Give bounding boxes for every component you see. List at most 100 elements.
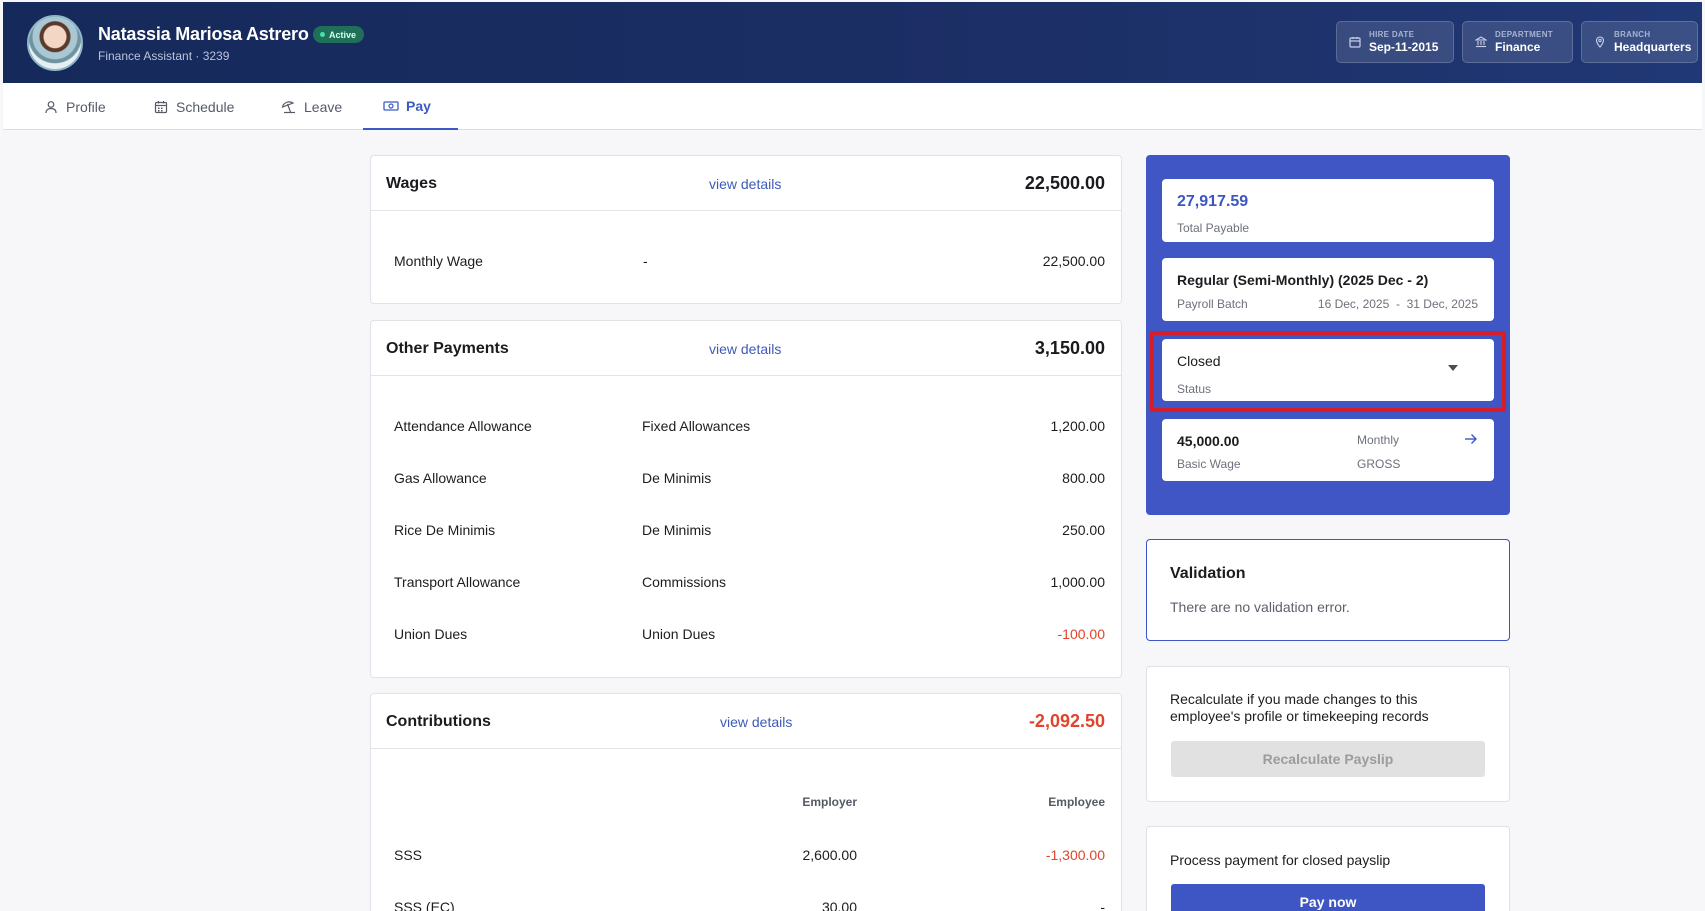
validation-message: There are no validation error. — [1170, 599, 1350, 615]
employee-amount: - — [1100, 899, 1105, 911]
tab-pay[interactable]: Pay — [363, 83, 458, 130]
other-payments-card: Other Payments view details 3,150.00 Att… — [370, 320, 1122, 678]
payment-name: Transport Allowance — [394, 574, 521, 590]
cash-icon — [383, 98, 399, 114]
contributions-card-header: Contributions view details -2,092.50 — [371, 694, 1121, 749]
beach-umbrella-icon — [281, 99, 297, 115]
employee-subtitle: Finance Assistant · 3239 — [98, 49, 230, 63]
tab-leave-label: Leave — [304, 98, 343, 115]
payment-text: Process payment for closed payslip — [1170, 852, 1391, 868]
location-pin-icon — [1594, 36, 1606, 48]
payment-amount: 22,500.00 — [1042, 253, 1105, 269]
person-icon — [43, 99, 59, 115]
payment-name: Gas Allowance — [394, 470, 487, 486]
employee-name: Natassia Mariosa Astrero — [98, 24, 309, 44]
tab-profile-label: Profile — [66, 98, 106, 115]
table-row: Transport Allowance Commissions 1,000.00 — [371, 574, 1121, 594]
payment-amount: 1,000.00 — [1050, 574, 1106, 590]
total-payable-label: Total Payable — [1177, 221, 1250, 235]
wage-period: Monthly — [1357, 433, 1400, 447]
payment-type: - — [643, 253, 648, 269]
department-label: DEPARTMENT — [1495, 30, 1553, 39]
wages-card: Wages view details 22,500.00 Monthly Wag… — [370, 155, 1122, 304]
basic-wage-amount: 45,000.00 — [1177, 433, 1240, 449]
other-payments-card-header: Other Payments view details 3,150.00 — [371, 321, 1121, 376]
table-row: Union Dues Union Dues -100.00 — [371, 626, 1121, 646]
wages-view-details-link[interactable]: view details — [709, 176, 781, 192]
calendar-icon — [1349, 36, 1361, 48]
status-badge-label: Active — [329, 29, 357, 40]
department-chip: DEPARTMENT Finance — [1462, 21, 1573, 63]
other-payments-title: Other Payments — [386, 340, 509, 357]
tab-pay-label: Pay — [406, 97, 431, 114]
table-row: SSS (EC) 30.00 - — [371, 899, 1121, 911]
payment-name: Union Dues — [394, 626, 468, 642]
pay-now-button[interactable]: Pay now — [1171, 884, 1485, 911]
payment-amount: 1,200.00 — [1050, 418, 1106, 434]
wages-card-header: Wages view details 22,500.00 — [371, 156, 1121, 211]
arrow-right-icon[interactable] — [1464, 432, 1478, 451]
status-badge: Active — [313, 26, 365, 43]
basic-wage-box[interactable]: 45,000.00 Basic Wage Monthly GROSS — [1162, 419, 1494, 481]
recalculate-payslip-button[interactable]: Recalculate Payslip — [1171, 741, 1485, 777]
payroll-batch-label: Payroll Batch — [1177, 297, 1248, 311]
calendar-icon — [153, 99, 169, 115]
other-payments-view-details-link[interactable]: view details — [709, 341, 781, 357]
employer-amount: 2,600.00 — [802, 847, 858, 863]
total-payable-box: 27,917.59 Total Payable — [1162, 179, 1494, 242]
avatar[interactable] — [27, 15, 83, 71]
payment-name: Rice De Minimis — [394, 522, 496, 538]
payroll-batch-name: Regular (Semi-Monthly) (2025 Dec - 2) — [1177, 272, 1429, 288]
payroll-batch-box: Regular (Semi-Monthly) (2025 Dec - 2) Pa… — [1162, 258, 1494, 321]
branch-value: Headquarters — [1614, 40, 1692, 54]
employee-amount: -1,300.00 — [1045, 847, 1105, 863]
status-dot-icon — [320, 32, 325, 37]
payment-type: Fixed Allowances — [642, 418, 751, 434]
branch-label: BRANCH — [1614, 30, 1651, 39]
hire-date-value: Sep-11-2015 — [1369, 40, 1439, 54]
status-highlight-box — [1150, 331, 1506, 412]
table-row: SSS 2,600.00 -1,300.00 — [371, 847, 1121, 867]
basic-wage-label: Basic Wage — [1177, 457, 1241, 471]
wage-kind: GROSS — [1357, 457, 1401, 471]
tab-profile[interactable]: Profile — [23, 83, 126, 130]
payment-name: Attendance Allowance — [394, 418, 532, 434]
tab-bar: Profile Schedule Leave Pay — [3, 83, 1702, 130]
wages-title: Wages — [386, 175, 437, 192]
table-row: Rice De Minimis De Minimis 250.00 — [371, 522, 1121, 542]
payroll-batch-range: 16 Dec, 2025 - 31 Dec, 2025 — [1317, 297, 1478, 311]
contributions-view-details-link[interactable]: view details — [720, 714, 792, 730]
payment-amount: 800.00 — [1062, 470, 1105, 486]
contributions-total: -2,092.50 — [1028, 711, 1105, 731]
other-payments-total: 3,150.00 — [1034, 338, 1105, 358]
tab-schedule-label: Schedule — [176, 98, 235, 115]
contribution-name: SSS — [394, 847, 423, 863]
bank-icon — [1474, 36, 1488, 48]
department-value: Finance — [1495, 40, 1541, 54]
payment-amount: -100.00 — [1057, 626, 1105, 642]
payment-name: Monthly Wage — [394, 253, 483, 269]
payment-type: De Minimis — [642, 522, 712, 538]
payment-type: De Minimis — [642, 470, 712, 486]
validation-panel: Validation There are no validation error… — [1146, 539, 1510, 641]
contributions-title: Contributions — [386, 713, 491, 730]
payment-amount: 250.00 — [1062, 522, 1105, 538]
recalculate-text: Recalculate if you made changes to this … — [1170, 691, 1429, 724]
employer-amount: 30.00 — [821, 899, 857, 911]
employer-column-header: Employer — [802, 795, 857, 809]
table-row: Attendance Allowance Fixed Allowances 1,… — [371, 418, 1121, 438]
contribution-name: SSS (EC) — [394, 899, 455, 911]
hire-date-chip: HIRE DATE Sep-11-2015 — [1336, 21, 1454, 63]
validation-title: Validation — [1170, 565, 1246, 582]
recalculate-panel: Recalculate if you made changes to this … — [1146, 666, 1510, 802]
employee-column-header: Employee — [1048, 795, 1105, 809]
table-row: Monthly Wage - 22,500.00 — [371, 253, 1121, 273]
payment-panel: Process payment for closed payslip Pay n… — [1146, 826, 1510, 911]
hire-date-label: HIRE DATE — [1369, 30, 1415, 39]
tab-leave[interactable]: Leave — [261, 83, 362, 130]
contributions-card: Contributions view details -2,092.50 Emp… — [370, 693, 1122, 911]
payment-type: Union Dues — [642, 626, 716, 642]
tab-schedule[interactable]: Schedule — [133, 83, 254, 130]
employee-header: Natassia Mariosa Astrero Active Finance … — [3, 2, 1702, 83]
branch-chip: BRANCH Headquarters — [1581, 21, 1698, 63]
